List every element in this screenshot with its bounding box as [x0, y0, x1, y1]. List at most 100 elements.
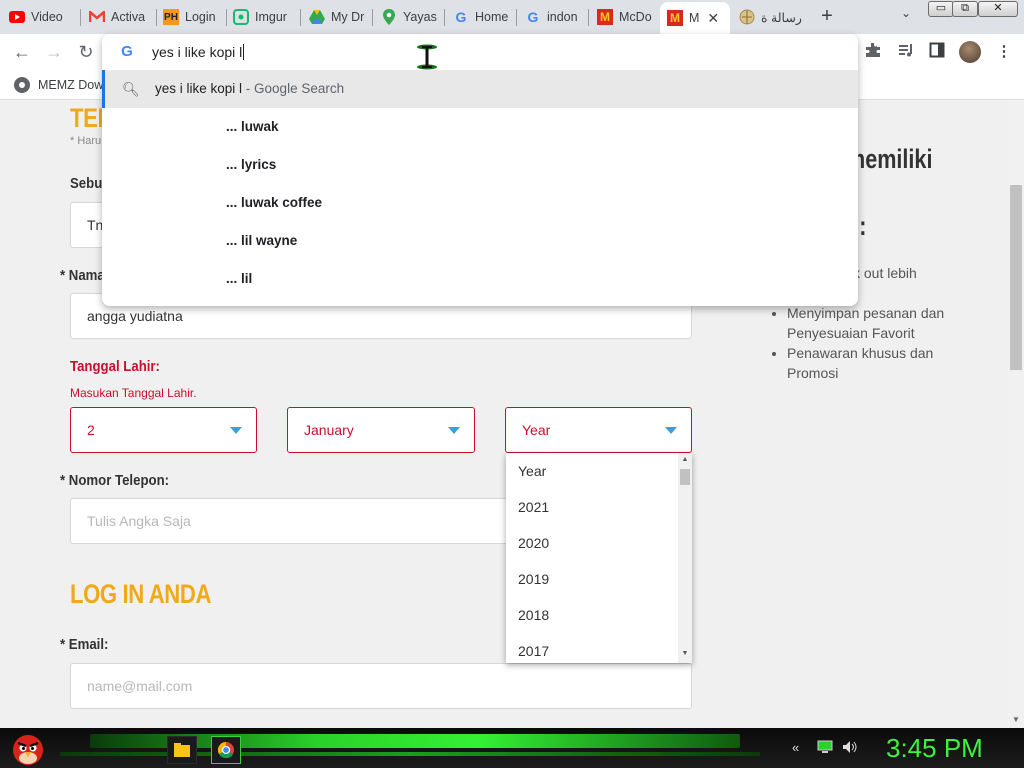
tab-title: Home	[475, 10, 509, 24]
side-panel-icon[interactable]	[927, 42, 947, 62]
tab-arabic[interactable]: رسالة ة	[732, 3, 806, 31]
reload-icon[interactable]: ↻	[74, 40, 98, 64]
google-icon: G	[121, 43, 133, 60]
year-option[interactable]: 2019	[506, 561, 692, 597]
suggestion-query: yes i like kopi l	[155, 81, 243, 96]
suggestion-ellipsis: ...	[226, 157, 238, 172]
tab-login[interactable]: PH Login	[156, 3, 226, 31]
suggestion-ellipsis: ...	[226, 233, 238, 248]
google-drive-icon	[309, 9, 325, 25]
text-cursor-icon	[416, 44, 438, 70]
start-button-angry-bird-icon[interactable]	[8, 730, 48, 766]
imgur-icon	[233, 9, 249, 25]
scroll-down-arrow-icon[interactable]: ▼	[1010, 715, 1022, 725]
media-control-icon[interactable]	[896, 42, 916, 62]
year-options-list[interactable]: Year 2021 2020 2019 2018 2017 ▲ ▼	[506, 453, 692, 663]
tab-yayasan[interactable]: Yayas	[374, 3, 444, 31]
month-select-value: January	[304, 422, 354, 438]
email-label: * Email:	[60, 636, 109, 653]
new-tab-button[interactable]: +	[816, 4, 838, 28]
omnibox-suggestion[interactable]: ... lyrics	[102, 146, 858, 184]
tab-title: Yayas	[403, 10, 437, 24]
year-option[interactable]: 2021	[506, 489, 692, 525]
tab-video[interactable]: Video	[2, 3, 76, 31]
suggestion-ellipsis: ...	[226, 195, 238, 210]
tab-title: Activa	[111, 10, 146, 24]
day-select-value: 2	[87, 422, 95, 438]
minimize-button[interactable]: ▭	[928, 1, 954, 17]
year-option[interactable]: Year	[506, 453, 692, 489]
scroll-down-arrow-icon[interactable]: ▼	[680, 649, 690, 659]
back-icon[interactable]: ←	[10, 40, 34, 64]
tab-title: Login	[185, 10, 216, 24]
year-list-scroll-thumb[interactable]	[680, 469, 690, 485]
chevron-down-icon	[665, 427, 677, 434]
address-bar-text: yes i like kopi l	[152, 44, 243, 60]
suggestion-tail: luwak coffee	[241, 195, 323, 210]
chrome-icon	[14, 77, 30, 93]
year-select-value: Year	[522, 422, 551, 438]
list-item: Menyimpan pesanan dan Penyesuaian Favori…	[787, 303, 960, 343]
sidebar-heading: memiliki	[846, 144, 933, 174]
bookmark-label: MEMZ Dow	[38, 78, 104, 92]
omnibox-suggestion[interactable]: ... luwak	[102, 108, 858, 146]
year-option[interactable]: 2017	[506, 633, 692, 663]
tab-mcdo-active[interactable]: M M ✕	[660, 2, 730, 34]
email-field[interactable]: name@mail.com	[70, 663, 692, 709]
bookmark-memz[interactable]: MEMZ Dow	[14, 77, 103, 93]
google-icon: G	[527, 9, 539, 25]
chevron-down-icon	[448, 427, 460, 434]
ph-icon: PH	[163, 9, 179, 25]
year-option[interactable]: 2018	[506, 597, 692, 633]
suggestion-ellipsis: ...	[226, 271, 238, 286]
benefits-list: Menyimpan pesanan dan Penyesuaian Favori…	[770, 303, 960, 383]
file-explorer-taskbar-icon[interactable]	[167, 736, 197, 764]
forward-icon[interactable]: →	[42, 40, 66, 64]
restore-button[interactable]: ⧉	[952, 1, 978, 17]
tab-indon[interactable]: Gindon	[518, 3, 588, 31]
list-item: Penawaran khusus dan Promosi	[787, 343, 960, 383]
omnibox-suggestion[interactable]: ... luwak coffee	[102, 184, 858, 222]
tab-search-icon[interactable]: ⌄	[896, 6, 916, 26]
chrome-taskbar-icon[interactable]	[211, 736, 241, 764]
omnibox-suggestion[interactable]: 🔍︎ yes i like kopi l - Google Search	[102, 70, 858, 108]
tab-home[interactable]: G Home	[446, 3, 516, 31]
suggestion-tail: lyrics	[241, 157, 277, 172]
taskbar-clock[interactable]: 3:45 PM	[886, 733, 983, 764]
page-scrollbar-thumb[interactable]	[1010, 185, 1022, 370]
suggestion-tail: lil	[241, 271, 253, 286]
tab-imgur[interactable]: Imgur	[226, 3, 298, 31]
year-option[interactable]: 2020	[506, 525, 692, 561]
year-select[interactable]: Year	[505, 407, 692, 453]
tab-title: Imgur	[255, 10, 287, 24]
menu-kebab-icon[interactable]: ⋮	[994, 42, 1014, 62]
profile-avatar[interactable]	[959, 41, 981, 63]
tab-title: رسالة ة	[761, 10, 802, 25]
tab-title: indon	[547, 10, 578, 24]
suggestion-tail: luwak	[241, 119, 279, 134]
omnibox-suggestion[interactable]: ... lil wayne	[102, 222, 858, 260]
tab-title: M	[689, 11, 700, 25]
extensions-icon[interactable]	[863, 42, 883, 62]
chevron-down-icon	[230, 427, 242, 434]
tab-activa[interactable]: Activa	[82, 3, 154, 31]
gmail-icon	[89, 9, 105, 25]
search-icon: 🔍︎	[122, 81, 140, 97]
tab-title: McDo	[619, 10, 652, 24]
network-icon[interactable]	[817, 740, 833, 757]
scroll-up-arrow-icon[interactable]: ▲	[680, 455, 690, 465]
day-select[interactable]: 2	[70, 407, 257, 453]
tab-strip: Video Activa PH Login Imgur My Dr Yayas G…	[0, 0, 1024, 34]
tab-close-icon[interactable]: ✕	[707, 10, 719, 27]
volume-icon[interactable]	[842, 740, 858, 757]
address-bar[interactable]: G yes i like kopi l	[102, 34, 858, 70]
tab-my-drive[interactable]: My Dr	[302, 3, 372, 31]
suggestion-suffix: - Google Search	[242, 81, 345, 96]
mcdonalds-icon: M	[667, 10, 683, 26]
close-window-button[interactable]: ✕	[978, 1, 1018, 17]
tray-expand-icon[interactable]: «	[792, 740, 799, 755]
tab-mcdo[interactable]: M McDo	[590, 3, 658, 31]
omnibox-suggestion[interactable]: ... lil	[102, 260, 858, 298]
required-note: * Haru	[70, 135, 102, 147]
month-select[interactable]: January	[287, 407, 475, 453]
